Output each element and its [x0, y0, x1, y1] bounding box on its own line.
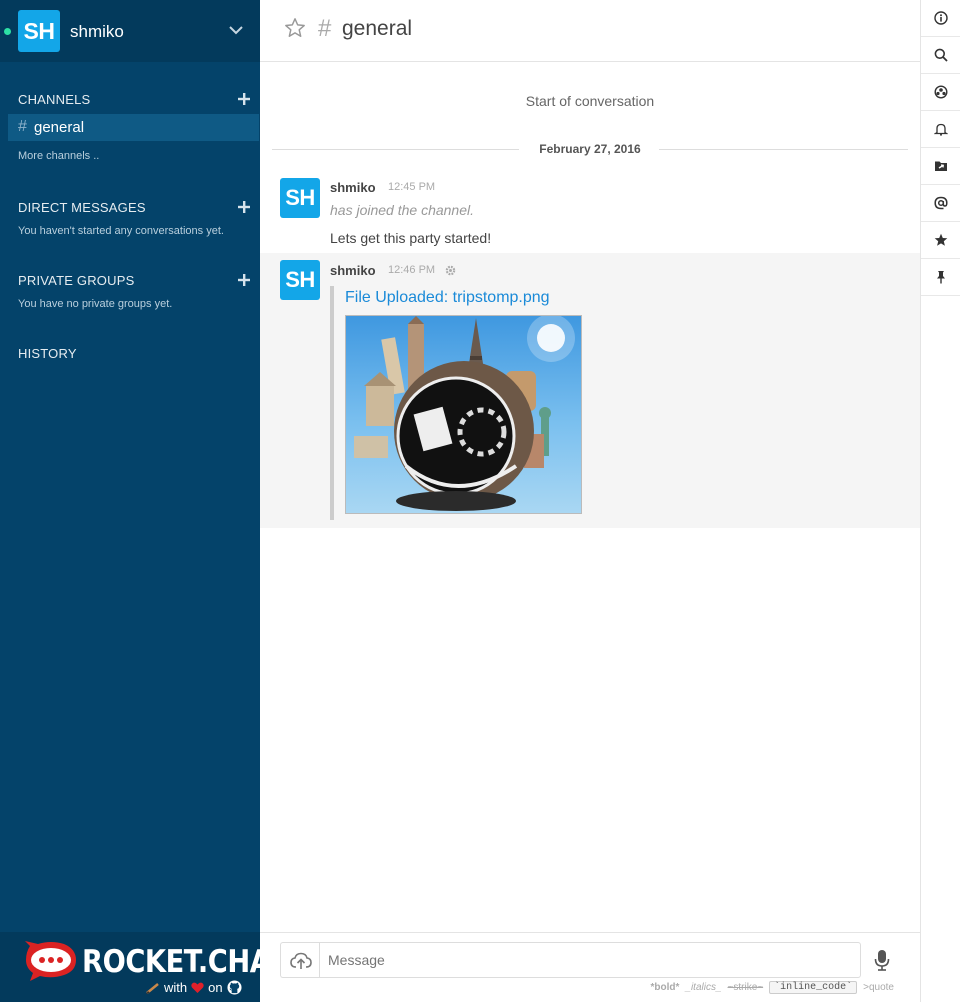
members-button[interactable]	[921, 74, 960, 111]
more-channels-link[interactable]: More channels ..	[18, 150, 99, 162]
history-section-title[interactable]: HISTORY	[18, 346, 77, 361]
notifications-icon	[934, 123, 948, 136]
rocket-chat-logo-area: ROCKET.CHAT with on	[0, 932, 287, 1002]
notifications-button[interactable]	[921, 111, 960, 148]
sidebar: SH shmiko CHANNELS # general More channe…	[0, 0, 287, 1002]
rocket-chat-logo-text: ROCKET.CHAT	[82, 944, 287, 980]
private-groups-empty-text: You have no private groups yet.	[18, 298, 173, 310]
direct-messages-section-title: DIRECT MESSAGES	[18, 200, 146, 215]
message-timestamp: 12:46 PM	[388, 264, 436, 276]
search-icon	[934, 48, 948, 62]
on-label: on	[208, 980, 223, 995]
favorite-star-icon[interactable]	[284, 17, 306, 39]
hint-strike: ~strike~	[727, 982, 764, 993]
date-separator-text: February 27, 2016	[539, 142, 641, 156]
pencil-icon	[146, 982, 159, 994]
cloud-upload-icon	[290, 952, 312, 969]
user-header[interactable]: SH shmiko	[0, 0, 260, 62]
message-timestamp: 12:45 PM	[388, 181, 436, 193]
pinned-icon	[937, 271, 945, 284]
attachment-image[interactable]	[345, 315, 582, 514]
starred-messages-button[interactable]	[921, 222, 960, 259]
message-2: SH shmiko 12:46 PM File Uploaded: tripst…	[260, 253, 920, 528]
room-hash-icon: #	[318, 15, 332, 42]
starred-icon	[934, 233, 948, 246]
info-button[interactable]	[921, 0, 960, 37]
private-groups-section-title: PRIVATE GROUPS	[18, 273, 135, 288]
date-separator: February 27, 2016	[272, 142, 908, 158]
message-avatar[interactable]: SH	[280, 260, 320, 300]
message-username[interactable]: shmiko	[330, 180, 376, 195]
message-actions-gear-icon[interactable]	[445, 265, 456, 276]
add-private-group-plus-icon[interactable]	[238, 274, 250, 286]
landmarks-globe-image	[354, 316, 575, 511]
hint-bold: *bold*	[650, 982, 680, 993]
system-message-text: has joined the channel.	[330, 202, 474, 218]
info-icon	[934, 11, 948, 25]
pinned-messages-button[interactable]	[921, 259, 960, 296]
sidebar-item-general[interactable]: # general	[8, 114, 259, 141]
start-of-conversation: Start of conversation	[525, 93, 655, 109]
message-avatar[interactable]: SH	[280, 178, 320, 218]
message-composer: *bold* _italics_ ~strike~ `inline_code` …	[260, 932, 920, 1002]
mentions-icon	[934, 196, 948, 210]
microphone-icon[interactable]	[874, 949, 890, 971]
formatting-hints: *bold* _italics_ ~strike~ `inline_code` …	[650, 981, 894, 994]
search-button[interactable]	[921, 37, 960, 74]
message-input[interactable]	[319, 942, 861, 978]
channel-name: general	[34, 119, 85, 136]
room-header: # general	[260, 0, 920, 62]
mentions-button[interactable]	[921, 185, 960, 222]
message-username[interactable]: shmiko	[330, 263, 376, 278]
heart-icon	[191, 982, 204, 993]
with-label: with	[164, 980, 188, 995]
user-name[interactable]: shmiko	[70, 22, 124, 42]
files-icon	[935, 161, 947, 171]
online-status-indicator	[4, 28, 11, 35]
members-icon	[934, 85, 948, 99]
room-toolbar	[920, 0, 960, 1002]
upload-file-button[interactable]	[280, 942, 320, 978]
channels-section-title: CHANNELS	[18, 92, 91, 107]
direct-messages-empty-text: You haven't started any conversations ye…	[18, 225, 224, 237]
user-avatar[interactable]: SH	[18, 10, 60, 52]
github-icon[interactable]	[227, 980, 242, 995]
room-title: general	[342, 17, 413, 40]
attachment-border	[330, 286, 334, 520]
files-button[interactable]	[921, 148, 960, 185]
hash-icon: #	[18, 118, 27, 135]
add-channel-plus-icon[interactable]	[238, 93, 250, 105]
rocket-chat-logo-icon	[25, 941, 76, 981]
message-text: Lets get this party started!	[330, 230, 492, 246]
chevron-down-icon[interactable]	[228, 24, 244, 36]
add-direct-message-plus-icon[interactable]	[238, 201, 250, 213]
attachment-title-link[interactable]: File Uploaded: tripstomp.png	[345, 289, 550, 307]
hint-italics: _italics_	[685, 982, 722, 993]
made-with-love-line: with on	[146, 980, 242, 995]
hint-quote: >quote	[863, 982, 894, 993]
main-content: # general Start of conversation February…	[260, 0, 920, 1002]
hint-inline-code: `inline_code`	[769, 981, 858, 994]
